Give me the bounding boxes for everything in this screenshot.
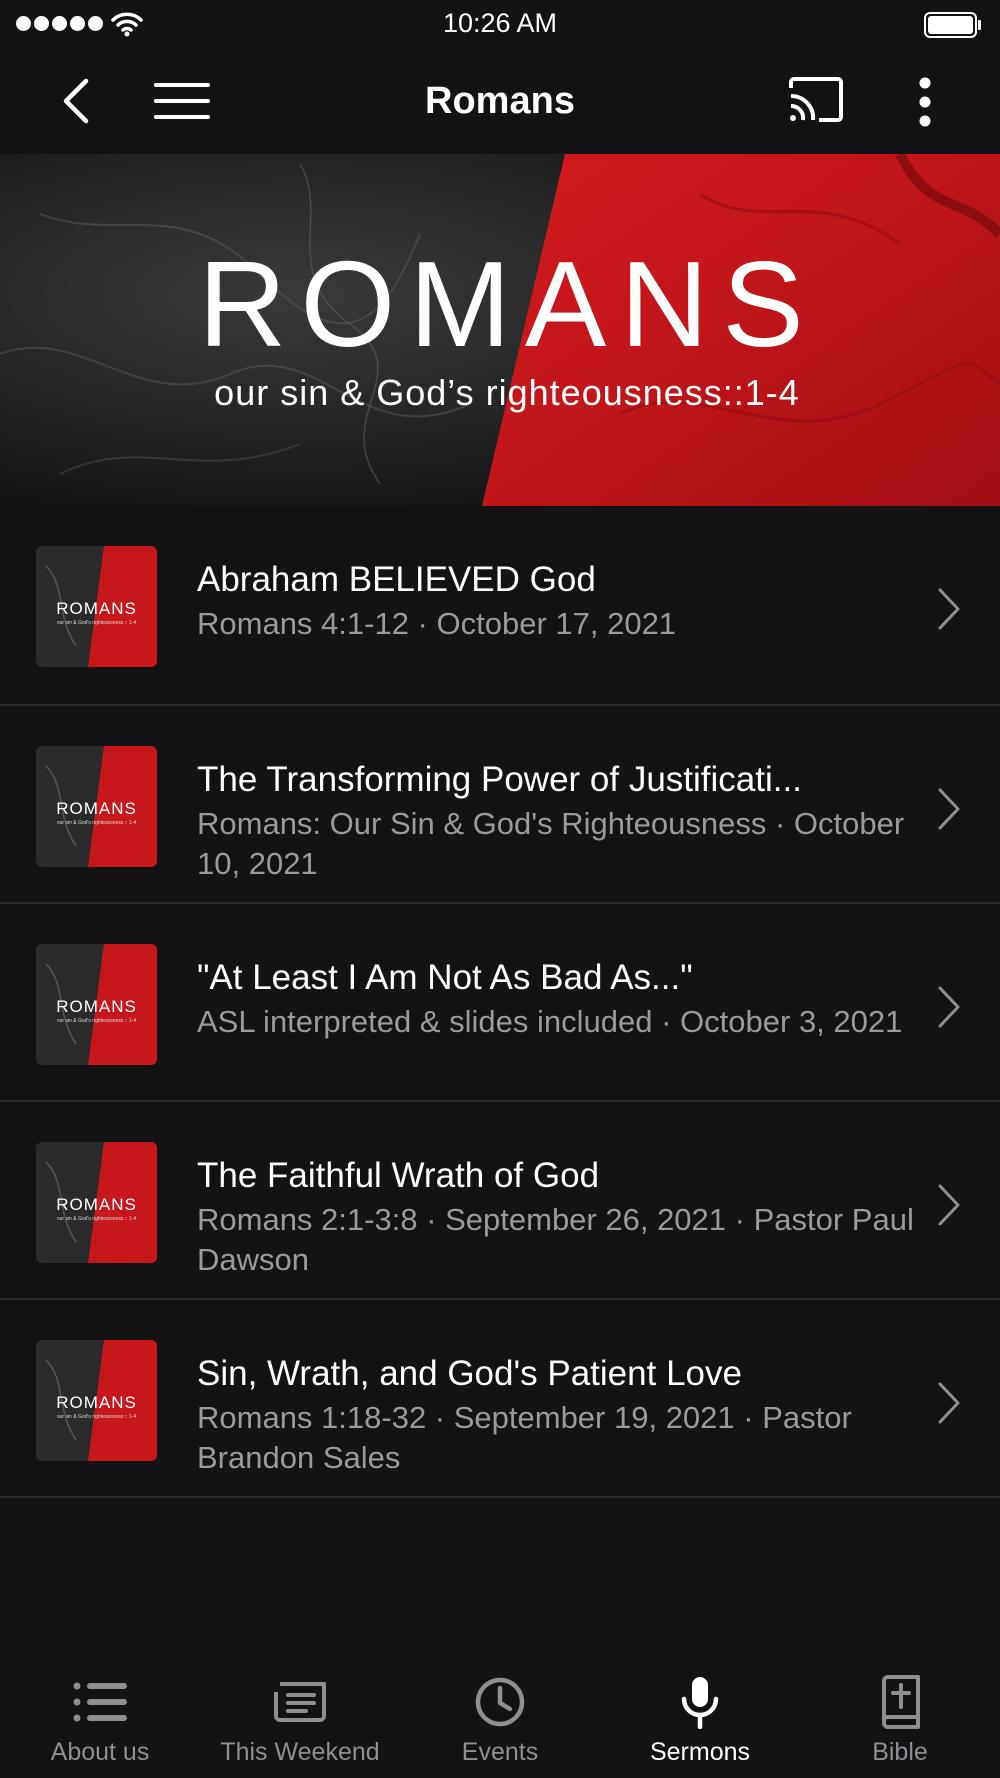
app-screen: 10:26 AM Romans ROMANS our sin & God’s r… <box>0 0 1000 1778</box>
sermon-thumbnail: ROMANS our sin & God's righteousness :: … <box>36 944 157 1065</box>
sermon-subtitle: ASL interpreted & slides included · Octo… <box>197 1004 903 1039</box>
cast-button[interactable] <box>785 72 847 128</box>
thumbnail-subtitle: our sin & God's righteousness :: 1-4 <box>56 820 137 826</box>
more-vertical-icon <box>919 77 931 127</box>
thumbnail-title: ROMANS <box>56 599 137 618</box>
sermon-row[interactable]: ROMANS our sin & God's righteousness :: … <box>0 1102 1000 1300</box>
sermon-thumbnail: ROMANS our sin & God's righteousness :: … <box>36 1340 157 1461</box>
thumbnail-subtitle: our sin & God's righteousness :: 1-4 <box>56 1018 137 1024</box>
sermon-row[interactable]: ROMANS our sin & God's righteousness :: … <box>0 1300 1000 1498</box>
thumbnail-title: ROMANS <box>56 1393 137 1412</box>
banner-subtitle: our sin & God’s righteousness::1-4 <box>214 372 800 413</box>
tab-this-weekend[interactable]: This Weekend <box>200 1664 400 1778</box>
sermon-title: The Faithful Wrath of God <box>197 1156 600 1195</box>
banner-title: ROMANS <box>198 236 818 372</box>
thumbnail-subtitle: our sin & God's righteousness :: 1-4 <box>56 620 137 626</box>
cast-icon <box>789 77 843 122</box>
tab-label: Bible <box>872 1738 928 1766</box>
page-title: Romans <box>425 80 575 122</box>
sermon-row[interactable]: ROMANS our sin & God's righteousness :: … <box>0 904 1000 1102</box>
tab-label: Events <box>461 1738 539 1766</box>
sermon-title: Abraham BELIEVED God <box>197 560 596 599</box>
sermon-thumbnail: ROMANS our sin & God's righteousness :: … <box>36 746 157 867</box>
clock-icon <box>472 1674 528 1730</box>
sermon-title: "At Least I Am Not As Bad As..." <box>197 958 693 997</box>
tab-sermons[interactable]: Sermons <box>600 1664 800 1778</box>
sermon-title: The Transforming Power of Justificati... <box>197 760 802 799</box>
status-time: 10:26 AM <box>442 8 558 38</box>
sermon-thumbnail: ROMANS our sin & God's righteousness :: … <box>36 1142 157 1263</box>
bulletin-icon <box>272 1674 328 1730</box>
list-icon <box>72 1674 128 1730</box>
sermon-subtitle: Romans: Our Sin & God's Righteousness · … <box>197 806 905 881</box>
chevron-right-icon <box>938 1382 960 1424</box>
sermon-title: Sin, Wrath, and God's Patient Love <box>197 1354 742 1393</box>
tab-label: Sermons <box>649 1738 751 1766</box>
sermon-subtitle: Romans 1:18-32 · September 19, 2021 · Pa… <box>197 1400 852 1475</box>
tab-label: This Weekend <box>220 1738 380 1766</box>
sermon-row[interactable]: ROMANS our sin & God's righteousness :: … <box>0 706 1000 904</box>
chevron-right-icon <box>938 986 960 1028</box>
series-banner: ROMANS our sin & God’s righteousness::1-… <box>0 154 1000 506</box>
tab-events[interactable]: Events <box>400 1664 600 1778</box>
tab-bar: About us This Weekend Events Sermons Bib… <box>0 1664 1000 1778</box>
sermon-row[interactable]: ROMANS our sin & God's righteousness :: … <box>0 506 1000 706</box>
tab-bible[interactable]: Bible <box>800 1664 1000 1778</box>
sermon-subtitle: Romans 2:1-3:8 · September 26, 2021 · Pa… <box>197 1202 914 1277</box>
thumbnail-title: ROMANS <box>56 1195 137 1214</box>
sermon-list: ROMANS our sin & God's righteousness :: … <box>0 506 1000 1498</box>
thumbnail-title: ROMANS <box>56 997 137 1016</box>
chevron-right-icon <box>938 788 960 830</box>
chevron-right-icon <box>938 588 960 630</box>
status-bar: 10:26 AM <box>0 0 1000 50</box>
more-options-button[interactable] <box>900 70 950 134</box>
chevron-right-icon <box>938 1184 960 1226</box>
navigation-bar: Romans <box>0 50 1000 154</box>
thumbnail-title: ROMANS <box>56 799 137 818</box>
tab-label: About us <box>50 1738 150 1766</box>
battery-icon <box>924 12 981 38</box>
thumbnail-subtitle: our sin & God's righteousness :: 1-4 <box>56 1414 137 1420</box>
tab-about-us[interactable]: About us <box>0 1664 200 1778</box>
sermon-thumbnail: ROMANS our sin & God's righteousness :: … <box>36 546 157 667</box>
sermon-subtitle: Romans 4:1-12 · October 17, 2021 <box>197 606 677 641</box>
thumbnail-subtitle: our sin & God's righteousness :: 1-4 <box>56 1216 137 1222</box>
microphone-icon <box>672 1674 728 1730</box>
bible-icon <box>872 1674 928 1730</box>
